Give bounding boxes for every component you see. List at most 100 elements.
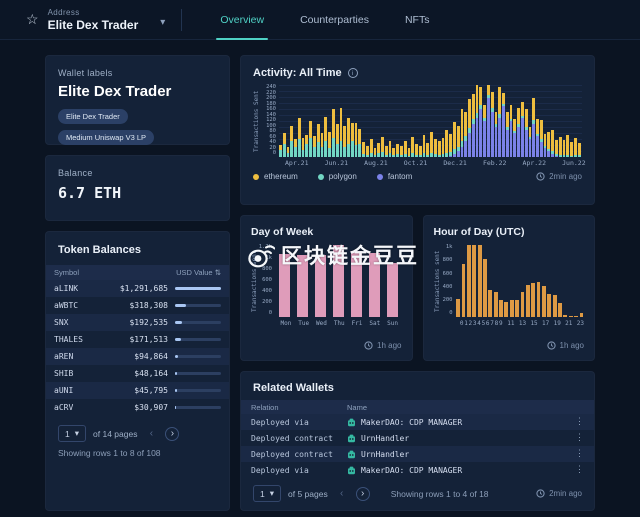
token-usd-value: $1,291,685 (120, 284, 168, 293)
related-updated[interactable]: 2min ago (536, 489, 582, 498)
next-page-button[interactable]: › (165, 427, 179, 441)
token-row[interactable]: aLINK$1,291,685 (46, 280, 229, 297)
activity-bar (574, 85, 577, 157)
dow-yticks: 1.2k1k8006004002000 (258, 245, 275, 317)
wallet-tag[interactable]: Elite Dex Trader (58, 109, 128, 124)
kebab-menu-icon[interactable]: ⋮ (575, 465, 584, 475)
related-wallets-title: Related Wallets (241, 382, 594, 394)
related-wallet-row[interactable]: Deployed contractUrnHandler⋮ (241, 430, 594, 446)
activity-updated[interactable]: 2min ago (536, 172, 582, 181)
bar (315, 255, 326, 317)
token-row[interactable]: aREN$94,864 (46, 348, 229, 365)
refresh-clock-icon (547, 341, 556, 350)
bar (553, 295, 557, 317)
bar-cell (347, 245, 365, 317)
token-row[interactable]: aWBTC$318,308 (46, 297, 229, 314)
page-select-dropdown[interactable]: 1▾ (253, 485, 281, 502)
kebab-menu-icon[interactable]: ⋮ (575, 449, 584, 459)
bar (369, 253, 380, 317)
activity-legend: ethereum polygon fantom (253, 172, 412, 181)
activity-bar (415, 85, 418, 157)
kebab-menu-icon[interactable]: ⋮ (575, 417, 584, 427)
prev-page-button[interactable]: ‹ (144, 427, 158, 441)
legend-item-fantom[interactable]: fantom (377, 172, 412, 181)
activity-bar (305, 85, 308, 157)
activity-bar (392, 85, 395, 157)
activity-bar (287, 85, 290, 157)
token-symbol: aUNI (54, 386, 134, 395)
activity-bar (298, 85, 301, 157)
related-wallet-row[interactable]: Deployed viaMakerDAO: CDP MANAGER⋮ (241, 462, 594, 478)
chevron-down-icon: ▾ (75, 428, 79, 439)
activity-bar (438, 85, 441, 157)
token-row[interactable]: aUNI$45,795 (46, 382, 229, 399)
activity-bar (366, 85, 369, 157)
dow-updated[interactable]: 1h ago (364, 341, 401, 350)
wallet-name-cell[interactable]: UrnHandler (347, 450, 575, 459)
address-selector[interactable]: Address Elite Dex Trader (48, 8, 139, 32)
activity-bar (411, 85, 414, 157)
wallet-name-cell[interactable]: MakerDAO: CDP MANAGER (347, 466, 575, 475)
wallet-name: Elite Dex Trader (48, 18, 139, 32)
activity-bar (347, 85, 350, 157)
bar (387, 263, 398, 317)
polygon-dot-icon (318, 174, 324, 180)
favorite-star-icon[interactable]: ☆ (26, 11, 39, 28)
day-of-week-title: Day of Week (251, 226, 402, 238)
related-wallet-row[interactable]: Deployed contractUrnHandler⋮ (241, 446, 594, 462)
activity-bar (336, 85, 339, 157)
chevron-down-icon[interactable]: ▾ (160, 17, 165, 28)
token-row[interactable]: aCRV$30,907 (46, 399, 229, 416)
info-icon[interactable]: i (348, 68, 358, 78)
column-usd-value[interactable]: USD Value ⇅ (176, 268, 221, 277)
token-symbol: aWBTC (54, 301, 129, 310)
wallet-display-name: Elite Dex Trader (58, 83, 217, 100)
token-symbol: SNX (54, 318, 129, 327)
kebab-menu-icon[interactable]: ⋮ (575, 433, 584, 443)
activity-bar (302, 85, 305, 157)
column-name: Name (347, 403, 367, 412)
token-usd-value: $318,308 (129, 301, 168, 310)
wallet-name-cell[interactable]: UrnHandler (347, 434, 575, 443)
activity-bar (419, 85, 422, 157)
next-page-button[interactable]: › (356, 487, 370, 501)
related-wallet-row[interactable]: Deployed viaMakerDAO: CDP MANAGER⋮ (241, 414, 594, 430)
prev-page-button[interactable]: ‹ (335, 487, 349, 501)
x-tick-label: Jun.21 (325, 159, 348, 167)
tab-counterparties[interactable]: Counterparties (282, 0, 387, 40)
activity-bar (513, 85, 516, 157)
token-row[interactable]: SHIB$48,164 (46, 365, 229, 382)
contract-icon (347, 418, 356, 427)
dow-xlabels: MonTueWedThuFriSatSun (277, 320, 402, 327)
bar (333, 245, 344, 317)
bar (521, 292, 525, 317)
ethereum-dot-icon (253, 174, 259, 180)
token-value-bar (175, 372, 221, 375)
bar (569, 316, 573, 317)
contract-icon (347, 466, 356, 475)
token-pagination: 1▾ of 14 pages ‹ › (46, 425, 229, 442)
tab-overview[interactable]: Overview (202, 0, 282, 40)
token-usd-value: $45,795 (134, 386, 168, 395)
activity-bar (396, 85, 399, 157)
activity-bar (525, 85, 528, 157)
page-select-dropdown[interactable]: 1▾ (58, 425, 86, 442)
legend-item-polygon[interactable]: polygon (318, 172, 357, 181)
x-tick-label: Jun.22 (562, 159, 585, 167)
token-row[interactable]: THALES$171,513 (46, 331, 229, 348)
legend-item-ethereum[interactable]: ethereum (253, 172, 298, 181)
wallet-tag[interactable]: Medium Uniswap V3 LP (58, 130, 154, 145)
small-charts-row: Day of Week Transactions sent 1.2k1k8006… (240, 215, 595, 361)
main-content: Wallet labels Elite Dex Trader Elite Dex… (0, 40, 640, 511)
activity-bar (434, 85, 437, 157)
token-usd-value: $171,513 (129, 335, 168, 344)
token-row[interactable]: SNX$192,535 (46, 314, 229, 331)
activity-bar (476, 85, 479, 157)
hod-updated[interactable]: 1h ago (547, 341, 584, 350)
x-tick-label: Oct.21 (404, 159, 427, 167)
x-tick-label: Apr.21 (285, 159, 308, 167)
sort-icon[interactable]: ⇅ (215, 268, 221, 277)
activity-bar (324, 85, 327, 157)
tab-nfts[interactable]: NFTs (387, 0, 448, 40)
wallet-name-cell[interactable]: MakerDAO: CDP MANAGER (347, 418, 575, 427)
